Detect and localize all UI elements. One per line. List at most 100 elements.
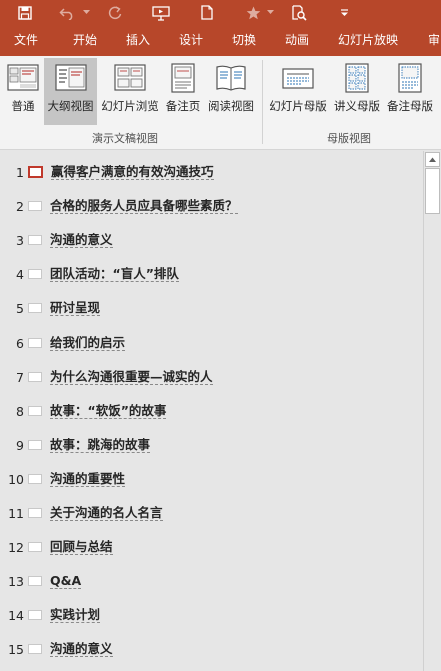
slide-icon[interactable]	[28, 269, 42, 279]
slide-title[interactable]: 为什么沟通很重要—诚实的人	[50, 369, 213, 385]
slide-title[interactable]: 沟通的意义	[50, 641, 113, 657]
outline-row[interactable]: 12 回顾与总结	[0, 530, 423, 564]
slide-title[interactable]: 研讨呈现	[50, 300, 101, 316]
outline-row[interactable]: 7 为什么沟通很重要—诚实的人	[0, 360, 423, 394]
slide-master-button[interactable]: 幻灯片母版	[266, 58, 330, 125]
normal-view-button[interactable]: 普通	[4, 58, 42, 125]
slide-title[interactable]: 团队活动：“盲人”排队	[50, 266, 179, 282]
scroll-up-button[interactable]	[425, 152, 440, 167]
outline-row[interactable]: 10 沟通的重要性	[0, 462, 423, 496]
undo-icon[interactable]	[56, 0, 78, 25]
slide-title[interactable]: 合格的服务人员应具备哪些素质？	[50, 198, 238, 214]
customize-toolbar-icon[interactable]	[336, 0, 352, 25]
slide-title[interactable]: 沟通的重要性	[50, 471, 126, 487]
outline-row[interactable]: 2 合格的服务人员应具备哪些素质？	[0, 189, 423, 223]
vertical-scrollbar[interactable]	[423, 151, 441, 671]
outline-row[interactable]: 15 沟通的意义	[0, 632, 423, 666]
slide-icon[interactable]	[28, 440, 42, 450]
outline-view-button[interactable]: 大纲视图	[44, 58, 97, 125]
tab-review[interactable]: 审	[428, 25, 440, 56]
slide-sorter-button[interactable]: 幻灯片浏览	[99, 58, 161, 125]
new-file-icon[interactable]	[196, 0, 218, 25]
slide-icon[interactable]	[28, 542, 42, 552]
reading-view-button[interactable]: 阅读视图	[205, 58, 257, 125]
slide-icon[interactable]	[28, 235, 42, 245]
outline-row[interactable]: 14 实践计划	[0, 598, 423, 632]
outline-row[interactable]: 5 研讨呈现	[0, 291, 423, 325]
presentation-views-group-label: 演示文稿视图	[92, 132, 158, 145]
normal-view-label: 普通	[11, 99, 35, 113]
save-icon[interactable]	[14, 0, 36, 25]
outline-row[interactable]: 4 团队活动：“盲人”排队	[0, 257, 423, 291]
tab-slideshow[interactable]: 幻灯片放映	[338, 25, 398, 56]
outline-row[interactable]: 9 故事：跳海的故事	[0, 428, 423, 462]
star-dropdown-icon[interactable]	[264, 0, 276, 25]
slide-number: 10	[8, 471, 24, 487]
slide-icon[interactable]	[28, 644, 42, 654]
handout-master-icon	[341, 62, 373, 94]
outline-view-icon	[54, 62, 87, 94]
master-views-group-label: 母版视图	[327, 132, 371, 145]
slide-icon[interactable]	[28, 406, 42, 416]
present-from-start-icon[interactable]	[150, 0, 172, 25]
undo-dropdown-icon[interactable]	[80, 0, 92, 25]
outline-row[interactable]: 3 沟通的意义	[0, 223, 423, 257]
tab-insert[interactable]: 插入	[126, 25, 150, 56]
reading-view-icon	[215, 62, 247, 94]
tab-transitions[interactable]: 切换	[232, 25, 256, 56]
arrow-up-icon	[429, 157, 436, 162]
slide-number: 9	[16, 437, 24, 453]
notes-page-icon	[167, 62, 199, 94]
slide-number: 5	[16, 300, 24, 316]
slide-number: 8	[16, 403, 24, 419]
slide-number: 7	[16, 369, 24, 385]
redo-icon[interactable]	[104, 0, 126, 25]
slide-icon[interactable]	[28, 166, 43, 178]
notes-master-label: 备注母版	[387, 99, 433, 113]
slide-icon[interactable]	[28, 303, 42, 313]
notes-master-button[interactable]: 备注母版	[384, 58, 436, 125]
slide-number: 11	[8, 505, 24, 521]
slide-title[interactable]: Q&A	[50, 573, 82, 589]
tab-home[interactable]: 开始	[73, 25, 97, 56]
outline-row[interactable]: 8 故事：“软饭”的故事	[0, 394, 423, 428]
notes-page-button[interactable]: 备注页	[163, 58, 203, 125]
handout-master-button[interactable]: 讲义母版	[331, 58, 383, 125]
slide-title[interactable]: 实践计划	[50, 607, 101, 623]
slide-master-icon	[282, 62, 314, 94]
slide-master-label: 幻灯片母版	[269, 99, 327, 113]
slide-title[interactable]: 故事：“软饭”的故事	[50, 403, 167, 419]
tab-design[interactable]: 设计	[179, 25, 203, 56]
outline-row[interactable]: 1 赢得客户满意的有效沟通技巧	[0, 155, 423, 189]
slide-title[interactable]: 关于沟通的名人名言	[50, 505, 163, 521]
slide-icon[interactable]	[28, 576, 42, 586]
slide-title[interactable]: 给我们的启示	[50, 335, 126, 351]
slide-sorter-icon	[114, 62, 146, 94]
slide-icon[interactable]	[28, 474, 42, 484]
slide-icon[interactable]	[28, 508, 42, 518]
slide-icon[interactable]	[28, 201, 42, 211]
slide-icon[interactable]	[28, 610, 42, 620]
slide-title[interactable]: 沟通的意义	[50, 232, 113, 248]
tab-file[interactable]: 文件	[14, 25, 38, 56]
slide-number: 15	[8, 641, 24, 657]
slide-title[interactable]: 赢得客户满意的有效沟通技巧	[51, 164, 214, 180]
ribbon-tabs: 文件 开始 插入 设计 切换 动画 幻灯片放映 审	[0, 25, 441, 56]
slide-sorter-label: 幻灯片浏览	[101, 99, 159, 113]
outline-row[interactable]: 11 关于沟通的名人名言	[0, 496, 423, 530]
slide-number: 12	[8, 539, 24, 555]
slide-number: 14	[8, 607, 24, 623]
outline-row[interactable]: 6 给我们的启示	[0, 326, 423, 360]
star-icon[interactable]	[242, 0, 264, 25]
ribbon-group-divider	[262, 60, 263, 144]
slide-number: 3	[16, 232, 24, 248]
slide-icon[interactable]	[28, 338, 42, 348]
slide-title[interactable]: 回顾与总结	[50, 539, 113, 555]
outline-row[interactable]: 13 Q&A	[0, 564, 423, 598]
tab-animations[interactable]: 动画	[285, 25, 309, 56]
slide-title[interactable]: 故事：跳海的故事	[50, 437, 151, 453]
outline-pane[interactable]: 1 赢得客户满意的有效沟通技巧 2 合格的服务人员应具备哪些素质？ 3 沟通的意义 4…	[0, 151, 423, 671]
scrollbar-thumb[interactable]	[425, 168, 440, 214]
slide-icon[interactable]	[28, 372, 42, 382]
print-preview-icon[interactable]	[288, 0, 310, 25]
